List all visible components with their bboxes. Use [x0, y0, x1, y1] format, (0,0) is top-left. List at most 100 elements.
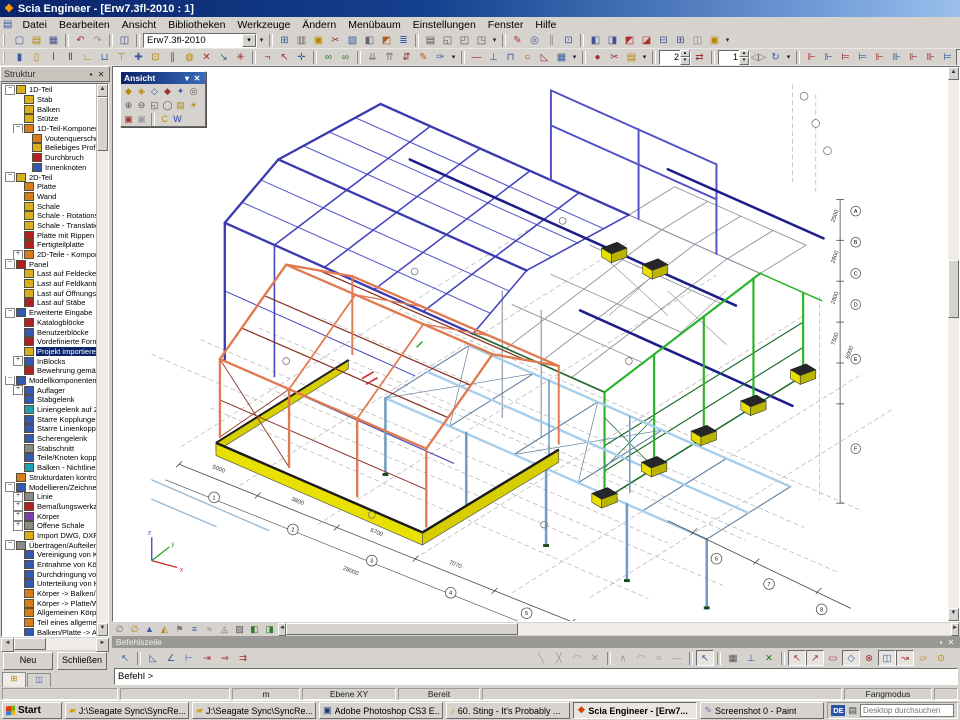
snap-endpoint-button[interactable]: ↗: [806, 650, 824, 666]
snap-cross-button[interactable]: ✕: [760, 650, 778, 666]
connection-2-button[interactable]: ⊩: [820, 50, 837, 65]
tree-item-benutzerblöcke[interactable]: Benutzerblöcke: [2, 327, 96, 337]
tree-expander[interactable]: +: [13, 492, 23, 502]
tree-expander[interactable]: −: [13, 124, 23, 134]
polyline-a-button[interactable]: ∧: [614, 650, 632, 666]
dropdown-arrow-icon[interactable]: ▾: [570, 53, 579, 61]
view-node-labels-button[interactable]: ◆: [122, 85, 135, 98]
tree-item-durchbruch[interactable]: Durchbruch: [2, 153, 96, 163]
clipping-box-button[interactable]: ▤: [174, 99, 187, 112]
menu-ansicht[interactable]: Ansicht: [116, 18, 162, 32]
task-scia-engineer-erw7[interactable]: ❖Scia Engineer - [Erw7...: [573, 702, 697, 719]
tree-item-stabschnitt[interactable]: Stabschnitt: [2, 443, 96, 453]
tree-item-bewehrung-gemäß-vo[interactable]: Bewehrung gemäß Vo: [2, 366, 96, 376]
cross-section-rect2-button[interactable]: ▯: [28, 50, 45, 65]
menu-menübaum[interactable]: Menübaum: [342, 18, 407, 32]
tree-item-2d-teil[interactable]: −2D-Teil: [2, 172, 96, 182]
dropdown-arrow-icon[interactable]: ▾: [640, 53, 649, 61]
filter-selection-button[interactable]: ✑: [432, 50, 449, 65]
schliessen-button[interactable]: Schließen: [57, 652, 107, 670]
zoom-window-button[interactable]: ◱: [148, 99, 161, 112]
connection-10-button[interactable]: ◈: [956, 49, 960, 66]
printer-icon[interactable]: ▤: [848, 705, 857, 716]
tree-expander[interactable]: −: [5, 172, 15, 182]
tree-item-balken[interactable]: Balken: [2, 104, 96, 114]
close-icon[interactable]: ✕: [946, 638, 956, 647]
cross-section-ii-button[interactable]: Ⅱ: [62, 50, 79, 65]
connection-6-button[interactable]: ⊪: [888, 50, 905, 65]
menu-einstellungen[interactable]: Einstellungen: [407, 18, 482, 32]
connection-7-button[interactable]: ⊩: [905, 50, 922, 65]
tree-item-inblocks[interactable]: +InBlocks: [2, 356, 96, 366]
select-dot-button[interactable]: ●: [589, 50, 606, 65]
view-rendering-button[interactable]: ✦: [174, 85, 187, 98]
snap-endpoints-button[interactable]: ◺: [144, 650, 162, 666]
storey-levels-button[interactable]: ⊡: [560, 33, 577, 48]
tree-horizontal-scrollbar[interactable]: ◄ ►: [1, 638, 109, 650]
green-window-1-button[interactable]: ◧: [247, 623, 262, 636]
draw-triangle-button[interactable]: ◺: [536, 50, 553, 65]
cross-section-circle-button[interactable]: ◍: [181, 50, 198, 65]
draw-circle-button[interactable]: ○: [519, 50, 536, 65]
cross-section-plus-button[interactable]: ✚: [130, 50, 147, 65]
tree-item-projekt-importieren-e[interactable]: Projekt importieren (E: [2, 347, 96, 357]
pin-icon[interactable]: ▪: [86, 70, 96, 79]
toolbar-grip[interactable]: [3, 34, 8, 46]
tab-struktur[interactable]: ⊞: [2, 672, 26, 687]
cross-section-box-button[interactable]: ⊡: [147, 50, 164, 65]
link-members-button[interactable]: ⇄: [691, 50, 708, 65]
zoom-magnifier-button[interactable]: ◎: [187, 85, 200, 98]
tree-item-balken-platte-allge[interactable]: Balken/Platte -> Allge: [2, 628, 96, 637]
tree-item-modellieren-zeichnen[interactable]: −Modellieren/Zeichnen: [2, 482, 96, 492]
zoom-document-button[interactable]: ◎: [526, 33, 543, 48]
tree-item-stütze[interactable]: Stütze: [2, 114, 96, 124]
tree-item-beliebiges-profil[interactable]: Beliebiges Profil: [2, 143, 96, 153]
tree-expander[interactable]: −: [5, 308, 15, 318]
tree-item-körper[interactable]: +Körper: [2, 511, 96, 521]
draw-line-button[interactable]: —: [468, 50, 485, 65]
view-window-3-button[interactable]: ◩: [621, 33, 638, 48]
scroll-left-icon[interactable]: ◄: [278, 623, 286, 636]
trim-button[interactable]: ✂: [606, 50, 623, 65]
tree-item-starre-linienkopplung[interactable]: Starre Linienkopplung: [2, 424, 96, 434]
layers-button[interactable]: ≣: [395, 33, 412, 48]
draw-rectangle-button[interactable]: ⊓: [502, 50, 519, 65]
tree-expander[interactable]: +: [13, 511, 23, 521]
move-to-back-button[interactable]: ⇊: [364, 50, 381, 65]
tree-item-balken-nichtlinearitä[interactable]: Balken - Nichtlinearitä: [2, 463, 96, 473]
send-document-button[interactable]: ◳: [473, 33, 490, 48]
tree-item-allgemeinen-körper-in[interactable]: Allgemeinen Körper in: [2, 608, 96, 618]
snap-center-button[interactable]: ⊙: [932, 650, 950, 666]
copy-properties-button[interactable]: ⇵: [398, 50, 415, 65]
ansicht-palette-caption[interactable]: Ansicht ▾ ✕: [121, 72, 205, 84]
redo-button[interactable]: ↷: [89, 33, 106, 48]
node-tool-3-button[interactable]: ✛: [293, 50, 310, 65]
camera-view-button[interactable]: ▣: [122, 113, 135, 126]
connection-9-button[interactable]: ⊨: [939, 50, 956, 65]
menu-datei[interactable]: Datei: [16, 18, 53, 32]
view-window-4-button[interactable]: ◪: [638, 33, 655, 48]
dropdown-arrow-icon[interactable]: ▾: [449, 53, 458, 61]
open-project-button[interactable]: ▤: [28, 33, 45, 48]
green-window-2-button[interactable]: ◨: [262, 623, 277, 636]
tree-item-strukturdaten-kontrollierer[interactable]: Strukturdaten kontrollierer: [2, 473, 96, 483]
tree-item-erweiterte-eingabe[interactable]: −Erweiterte Eingabe: [2, 308, 96, 318]
snap-box-button[interactable]: ▭: [824, 650, 842, 666]
perspective-view-button[interactable]: ◭: [157, 623, 172, 636]
tree-item-starre-kopplungen[interactable]: Starre Kopplungen: [2, 414, 96, 424]
tree-item-körper-platte-wan[interactable]: Körper -> Platte/Wan: [2, 598, 96, 608]
snap-cursor-button[interactable]: ↖: [696, 650, 714, 666]
waves-view-button[interactable]: ≈: [202, 623, 217, 636]
tracking-3-button[interactable]: ⇉: [234, 650, 252, 666]
selection-off-button[interactable]: ∅: [112, 623, 127, 636]
light-switch-button[interactable]: ☀: [187, 99, 200, 112]
dropdown-arrow-icon[interactable]: ▾: [723, 36, 732, 44]
tree-item-stab[interactable]: Stab: [2, 95, 96, 105]
chevron-down-icon[interactable]: ▾: [182, 74, 192, 83]
tree-item-übertragen-aufteilen-ver[interactable]: −Übertragen/Aufteilen/Ver: [2, 540, 96, 550]
visibility-b-button[interactable]: ∞: [337, 50, 354, 65]
cross-section-t-button[interactable]: ⊤: [113, 50, 130, 65]
menu-hilfe[interactable]: Hilfe: [529, 18, 562, 32]
neu-button[interactable]: Neu: [3, 652, 53, 670]
tree-item-import-dwg-dxf-vr[interactable]: Import DWG, DXF, VR: [2, 531, 96, 541]
